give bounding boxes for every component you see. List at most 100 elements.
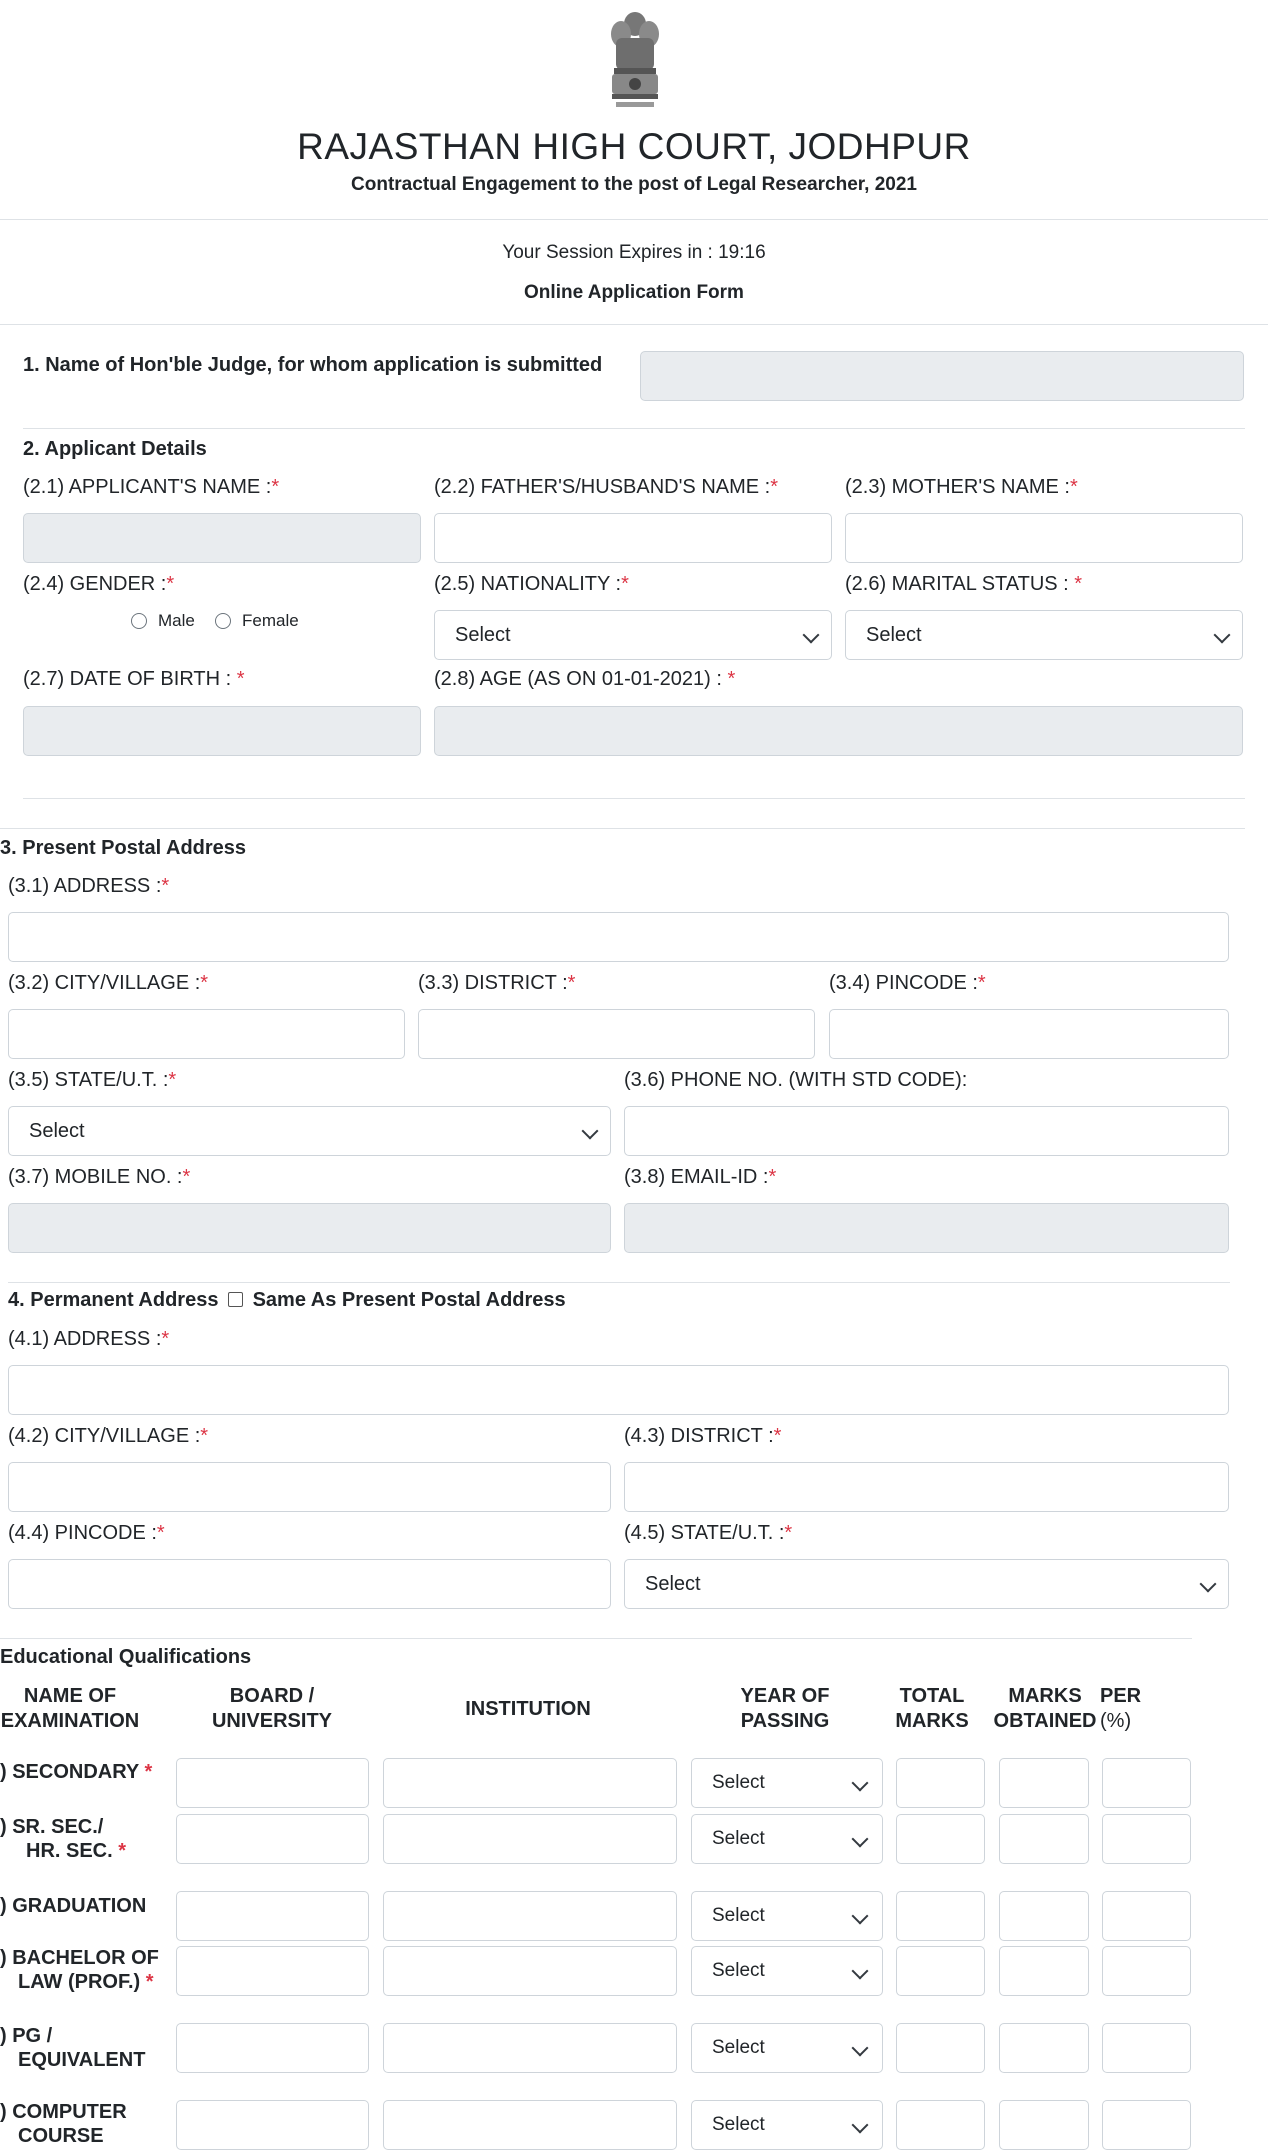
phone-field[interactable] [624, 1106, 1229, 1156]
phone-label: (3.6) PHONE NO. (WITH STD CODE): [624, 1069, 968, 1091]
marital-status-select[interactable]: Select [845, 610, 1243, 660]
edu-row-graduation-label: ) GRADUATION [0, 1895, 147, 1917]
col-institution-header: INSTITUTION [465, 1698, 591, 1720]
permanent-city-field[interactable] [8, 1462, 611, 1512]
divider [8, 1282, 1230, 1283]
edu-institution-field[interactable] [383, 1758, 677, 1808]
permanent-address-field[interactable] [8, 1365, 1229, 1415]
edu-board-field[interactable] [176, 1946, 369, 1996]
edu-marks-field[interactable] [999, 1814, 1089, 1864]
permanent-pincode-field[interactable] [8, 1559, 611, 1609]
edu-year-select[interactable]: Select [691, 1891, 883, 1941]
present-city-field[interactable] [8, 1009, 405, 1059]
dob-label: (2.7) DATE OF BIRTH : * [23, 668, 245, 690]
edu-marks-field[interactable] [999, 2023, 1089, 2073]
edu-total-field[interactable] [896, 1758, 985, 1808]
chevron-down-icon [851, 2116, 869, 2134]
edu-marks-field[interactable] [999, 1946, 1089, 1996]
divider [23, 798, 1245, 799]
edu-board-field[interactable] [176, 1758, 369, 1808]
same-as-present-checkbox[interactable] [228, 1292, 244, 1307]
father-name-field[interactable] [434, 513, 832, 563]
age-label: (2.8) AGE (AS ON 01-01-2021) : * [434, 668, 736, 690]
edu-marks-field[interactable] [999, 1758, 1089, 1808]
edu-year-select[interactable]: Select [691, 2023, 883, 2073]
judge-name-field[interactable] [640, 351, 1244, 401]
edu-institution-field[interactable] [383, 1814, 677, 1864]
edu-total-field[interactable] [896, 2023, 985, 2073]
mother-name-label: (2.3) MOTHER'S NAME :* [845, 476, 1078, 498]
present-state-select[interactable]: Select [8, 1106, 611, 1156]
edu-per-field[interactable] [1102, 1758, 1191, 1808]
col-total-header: TOTAL MARKS [895, 1685, 969, 1732]
edu-board-field[interactable] [176, 2023, 369, 2073]
permanent-state-label: (4.5) STATE/U.T. :* [624, 1522, 793, 1544]
gender-male-radio[interactable] [131, 613, 147, 629]
edu-total-field[interactable] [896, 1814, 985, 1864]
edu-total-field[interactable] [896, 2100, 985, 2150]
chevron-down-icon [851, 1774, 869, 1792]
present-pincode-label: (3.4) PINCODE :* [829, 972, 986, 994]
same-as-present-label: Same As Present Postal Address [252, 1289, 566, 1311]
mobile-label: (3.7) MOBILE NO. :* [8, 1166, 191, 1188]
edu-year-select[interactable]: Select [691, 2100, 883, 2150]
chevron-down-icon [1213, 626, 1231, 644]
chevron-down-icon [802, 626, 820, 644]
edu-row-secondary-label: ) SECONDARY * [0, 1761, 153, 1783]
col-per-header: PER (%) [1100, 1685, 1142, 1732]
edu-board-field[interactable] [176, 1891, 369, 1941]
edu-per-field[interactable] [1102, 1891, 1191, 1941]
father-name-label: (2.2) FATHER'S/HUSBAND'S NAME :* [434, 476, 779, 498]
edu-marks-field[interactable] [999, 1891, 1089, 1941]
dob-field[interactable] [23, 706, 421, 756]
applicant-name-field[interactable] [23, 513, 421, 563]
present-address-label: (3.1) ADDRESS :* [8, 875, 170, 897]
edu-board-field[interactable] [176, 1814, 369, 1864]
present-district-label: (3.3) DISTRICT :* [418, 972, 576, 994]
session-timer: Your Session Expires in : 19:16 [502, 242, 766, 263]
edu-per-field[interactable] [1102, 1946, 1191, 1996]
edu-institution-field[interactable] [383, 2100, 677, 2150]
edu-institution-field[interactable] [383, 1946, 677, 1996]
edu-per-field[interactable] [1102, 2023, 1191, 2073]
edu-institution-field[interactable] [383, 2023, 677, 2073]
chevron-down-icon [851, 1962, 869, 1980]
marital-status-label: (2.6) MARITAL STATUS : * [845, 573, 1083, 595]
edu-board-field[interactable] [176, 2100, 369, 2150]
col-exam-header: NAME OF EXAMINATION [0, 1685, 140, 1732]
email-field[interactable] [624, 1203, 1229, 1253]
edu-row-computer-label: ) COMPUTER COURSE [0, 2101, 127, 2147]
gender-female-label: Female [242, 611, 299, 630]
mother-name-field[interactable] [845, 513, 1243, 563]
divider [0, 828, 1245, 829]
email-label: (3.8) EMAIL-ID :* [624, 1166, 777, 1188]
edu-year-select[interactable]: Select [691, 1814, 883, 1864]
col-board-header: BOARD / UNIVERSITY [211, 1685, 333, 1732]
edu-per-field[interactable] [1102, 2100, 1191, 2150]
nationality-label: (2.5) NATIONALITY :* [434, 573, 629, 595]
present-city-label: (3.2) CITY/VILLAGE :* [8, 972, 209, 994]
chevron-down-icon [581, 1122, 599, 1140]
permanent-district-field[interactable] [624, 1462, 1229, 1512]
nationality-select[interactable]: Select [434, 610, 832, 660]
edu-marks-field[interactable] [999, 2100, 1089, 2150]
present-address-field[interactable] [8, 912, 1229, 962]
edu-total-field[interactable] [896, 1891, 985, 1941]
edu-institution-field[interactable] [383, 1891, 677, 1941]
edu-total-field[interactable] [896, 1946, 985, 1996]
edu-year-select[interactable]: Select [691, 1758, 883, 1808]
permanent-city-label: (4.2) CITY/VILLAGE :* [8, 1425, 209, 1447]
permanent-state-select[interactable]: Select [624, 1559, 1229, 1609]
present-address-title: 3. Present Postal Address [0, 837, 247, 859]
edu-row-pg-label: ) PG / EQUIVALENT [0, 2025, 146, 2071]
mobile-field[interactable] [8, 1203, 611, 1253]
edu-per-field[interactable] [1102, 1814, 1191, 1864]
gender-female-radio[interactable] [215, 613, 231, 629]
chevron-down-icon [851, 2039, 869, 2057]
edu-year-select[interactable]: Select [691, 1946, 883, 1996]
col-marks-header: MARKS OBTAINED [993, 1685, 1097, 1732]
present-district-field[interactable] [418, 1009, 815, 1059]
age-field[interactable] [434, 706, 1243, 756]
present-pincode-field[interactable] [829, 1009, 1229, 1059]
chevron-down-icon [851, 1830, 869, 1848]
